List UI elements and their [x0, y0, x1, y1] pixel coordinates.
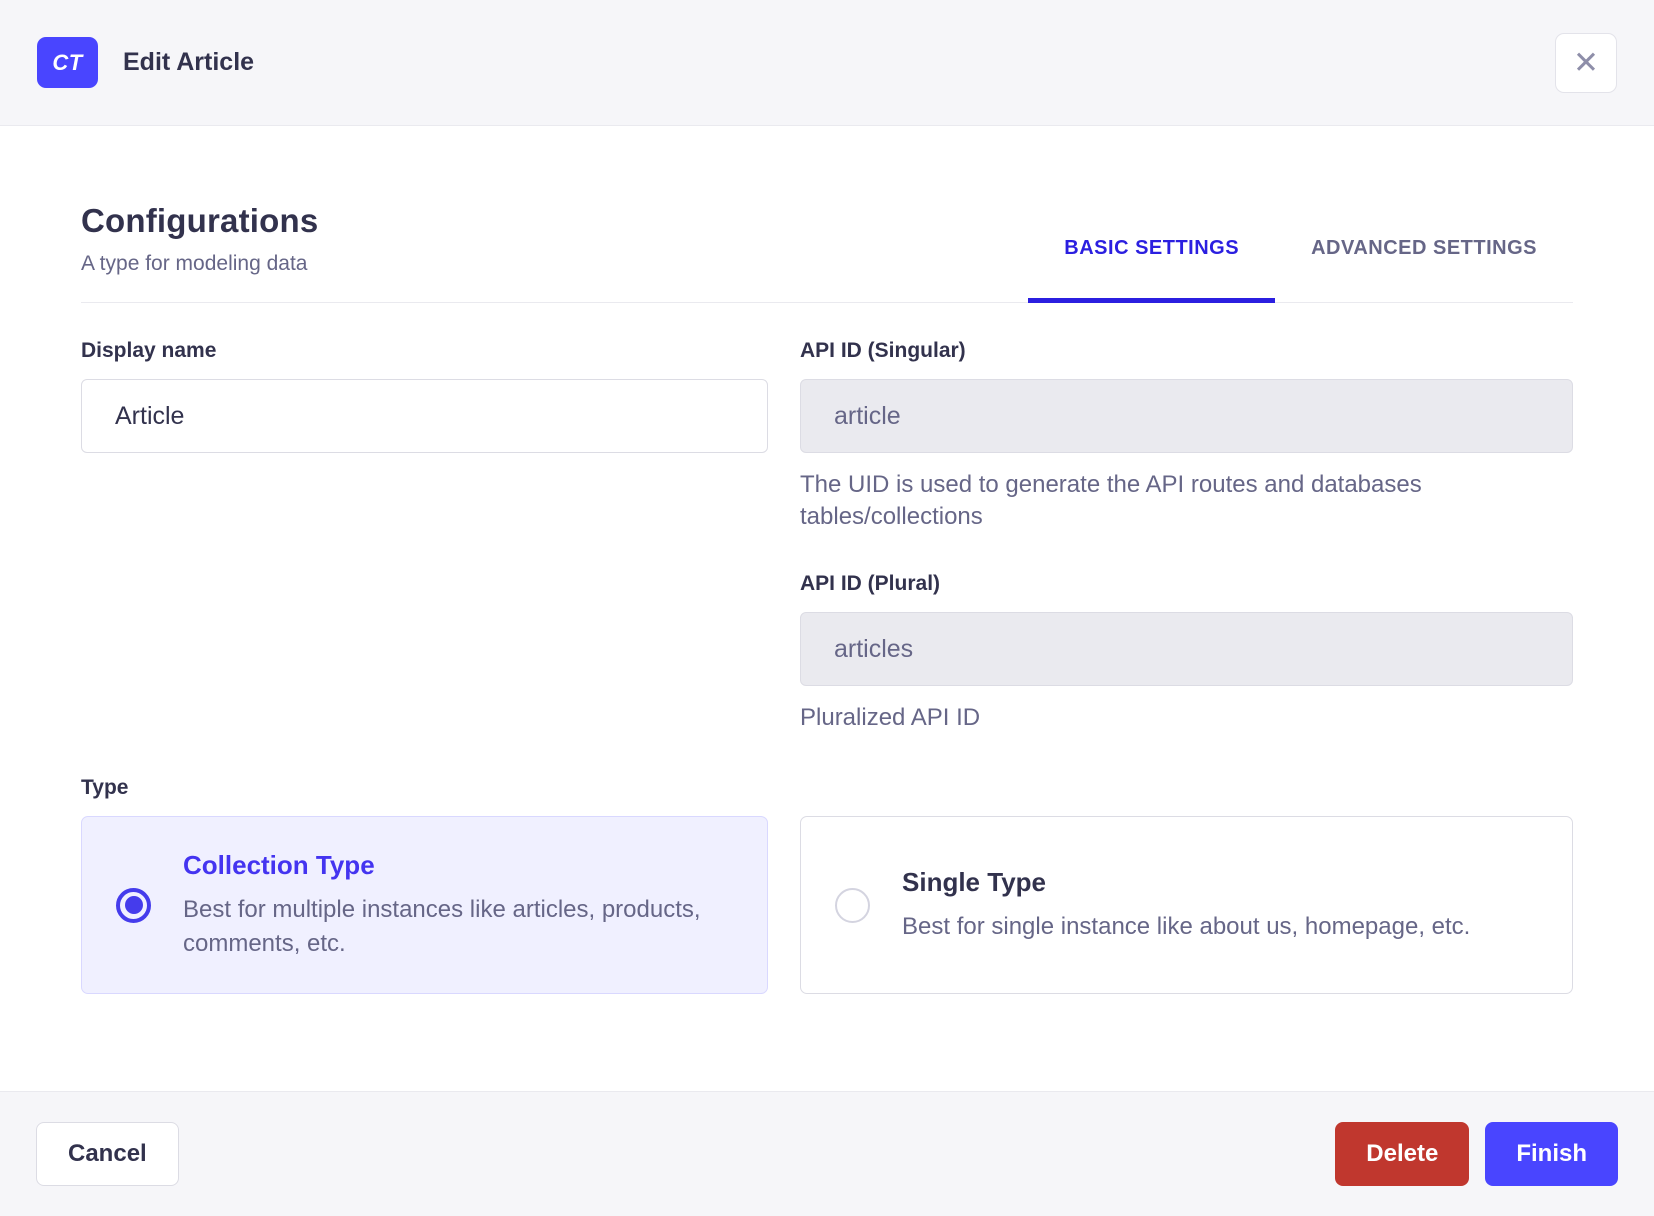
api-id-plural-field: API ID (Plural) Pluralized API ID [800, 572, 1573, 734]
modal-header: CT Edit Article ✕ [0, 0, 1654, 126]
radio-dot [124, 896, 143, 915]
modal-footer: Cancel Delete Finish [0, 1091, 1654, 1216]
type-card-collection[interactable]: Collection Type Best for multiple instan… [81, 816, 768, 995]
api-id-plural-input[interactable] [800, 612, 1573, 687]
type-section: Type Collection Type Best for multiple i… [81, 776, 1573, 995]
collection-type-radio[interactable] [116, 887, 151, 923]
section-header-text: Configurations A type for modeling data [81, 202, 318, 302]
settings-tabs: BASIC SETTINGS ADVANCED SETTINGS [1028, 237, 1573, 303]
api-id-singular-hint: The UID is used to generate the API rout… [800, 471, 1422, 530]
finish-button[interactable]: Finish [1485, 1122, 1618, 1186]
content-type-badge-label: CT [52, 49, 83, 75]
collection-type-description: Best for multiple instances like article… [183, 896, 701, 957]
close-icon: ✕ [1573, 45, 1599, 80]
display-name-label: Display name [81, 339, 217, 362]
display-name-input[interactable] [81, 379, 768, 453]
content-type-badge: CT [37, 37, 98, 88]
type-options: Collection Type Best for multiple instan… [81, 816, 1573, 995]
display-name-field: Display name [81, 339, 768, 734]
page-title: Configurations [81, 202, 319, 239]
section-header: Configurations A type for modeling data … [81, 202, 1573, 303]
api-id-plural-hint: Pluralized API ID [800, 704, 981, 732]
api-id-singular-label: API ID (Singular) [800, 339, 966, 362]
delete-button[interactable]: Delete [1335, 1122, 1470, 1186]
modal-title: Edit Article [123, 48, 255, 76]
close-button[interactable]: ✕ [1555, 32, 1617, 93]
configuration-form: Display name API ID (Singular) The UID i… [81, 339, 1573, 734]
tab-basic-settings[interactable]: BASIC SETTINGS [1028, 237, 1275, 303]
collection-type-title: Collection Type [183, 850, 375, 881]
collection-type-text: Collection Type Best for multiple instan… [183, 850, 733, 959]
single-type-title: Single Type [902, 866, 1046, 897]
page-subtitle: A type for modeling data [81, 252, 308, 275]
type-card-single[interactable]: Single Type Best for single instance lik… [800, 816, 1573, 995]
cancel-button[interactable]: Cancel [36, 1122, 179, 1186]
single-type-radio[interactable] [835, 887, 870, 923]
api-id-singular-field: API ID (Singular) The UID is used to gen… [800, 339, 1573, 532]
type-label: Type [81, 776, 129, 800]
modal-body: Configurations A type for modeling data … [0, 126, 1654, 1091]
api-id-column: API ID (Singular) The UID is used to gen… [800, 339, 1573, 734]
single-type-text: Single Type Best for single instance lik… [902, 867, 1470, 943]
api-id-singular-input[interactable] [800, 379, 1573, 453]
single-type-description: Best for single instance like about us, … [902, 912, 1471, 940]
api-id-plural-label: API ID (Plural) [800, 572, 941, 596]
edit-content-type-modal: CT Edit Article ✕ Configurations A type … [0, 0, 1654, 1216]
tab-advanced-settings[interactable]: ADVANCED SETTINGS [1275, 237, 1573, 302]
